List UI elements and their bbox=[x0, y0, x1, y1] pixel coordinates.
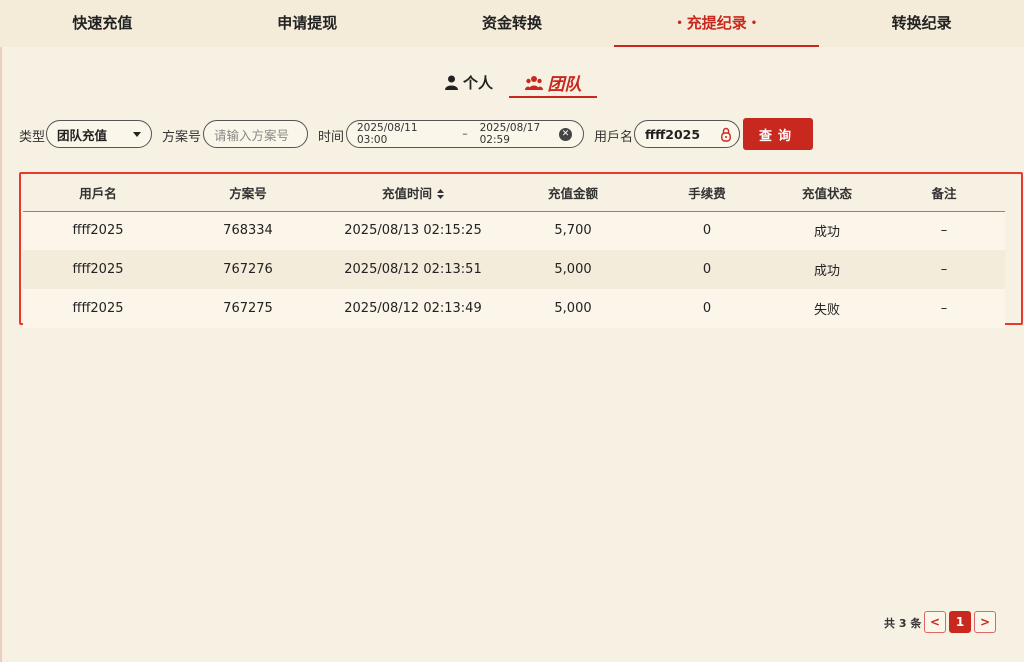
caret-down-icon bbox=[133, 131, 141, 137]
subtab-team[interactable]: 团队 bbox=[509, 68, 597, 98]
records-table: 用戶名 方案号 充值时间 充值金额 手续费 充值状态 备注 ffff2025 7… bbox=[23, 174, 1005, 328]
next-page-button[interactable]: > bbox=[974, 611, 996, 633]
cell-deposit-time: 2025/08/12 02:13:49 bbox=[344, 301, 482, 316]
cell-status: 成功 bbox=[813, 225, 840, 241]
plan-label: 方案号 bbox=[162, 130, 202, 145]
active-mark-left: • bbox=[676, 17, 683, 29]
prev-page-button[interactable]: < bbox=[924, 611, 946, 633]
lock-icon bbox=[721, 127, 731, 145]
cell-remark: – bbox=[940, 223, 948, 239]
subtab-personal[interactable]: 个人 bbox=[445, 68, 493, 97]
date-range-picker[interactable]: 2025/08/11 03:00 – 2025/08/17 02:59 ✕ bbox=[346, 120, 584, 148]
tab-deposit-withdraw-records[interactable]: • 充提纪录 • bbox=[614, 0, 819, 47]
top-nav: 快速充值 申请提现 资金转换 • 充提纪录 • 转换纪录 bbox=[0, 0, 1024, 47]
plan-number-placeholder: 请输入方案号 bbox=[214, 127, 290, 143]
clear-icon[interactable]: ✕ bbox=[559, 128, 572, 141]
cell-remark: – bbox=[940, 262, 948, 277]
table-row: ffff2025 767276 2025/08/12 02:13:51 5,00… bbox=[23, 250, 1005, 289]
cell-plan-number: 768334 bbox=[223, 223, 273, 239]
username-value: ffff2025 bbox=[645, 126, 701, 142]
table-row: ffff2025 767275 2025/08/12 02:13:49 5,00… bbox=[23, 289, 1005, 328]
col-amount: 充值金额 bbox=[547, 185, 598, 201]
type-select-value: 团队充值 bbox=[57, 127, 108, 143]
tab-label: 充提纪录 bbox=[686, 14, 747, 32]
cell-status: 成功 bbox=[813, 264, 840, 279]
username-label: 用戶名 bbox=[594, 130, 634, 145]
time-label: 时间 bbox=[318, 130, 345, 145]
page-frame bbox=[0, 0, 1024, 662]
type-select[interactable]: 团队充值 bbox=[46, 120, 152, 148]
col-remark: 备注 bbox=[931, 185, 957, 201]
group-icon bbox=[524, 75, 543, 90]
cell-username: ffff2025 bbox=[72, 262, 124, 277]
tab-fund-transfer[interactable]: 资金转换 bbox=[410, 0, 615, 47]
table-row: ffff2025 768334 2025/08/13 02:15:25 5,70… bbox=[23, 211, 1005, 250]
records-table-container: 用戶名 方案号 充值时间 充值金额 手续费 充值状态 备注 ffff2025 7… bbox=[19, 172, 1023, 328]
tab-quick-deposit[interactable]: 快速充值 bbox=[0, 0, 205, 47]
filter-bar: 类型 团队充值 方案号 请输入方案号 时间 2025/08/11 03:00 –… bbox=[0, 118, 1024, 150]
col-deposit-time[interactable]: 充值时间 bbox=[323, 174, 503, 211]
username-input[interactable]: ffff2025 bbox=[634, 120, 740, 148]
sub-tabs: 个人 团队 bbox=[0, 68, 1024, 98]
tab-withdraw[interactable]: 申请提现 bbox=[205, 0, 410, 47]
col-fee: 手续费 bbox=[688, 185, 726, 201]
col-deposit-time-label: 充值时间 bbox=[381, 185, 432, 201]
cell-deposit-time: 2025/08/13 02:15:25 bbox=[344, 223, 482, 239]
cell-username: ffff2025 bbox=[72, 301, 124, 316]
cell-fee: 0 bbox=[702, 301, 712, 316]
col-status: 充值状态 bbox=[801, 185, 852, 201]
cell-remark: – bbox=[940, 301, 948, 316]
cell-amount: 5,700 bbox=[554, 223, 592, 239]
cell-plan-number: 767276 bbox=[223, 262, 273, 277]
person-icon bbox=[445, 75, 458, 90]
cell-deposit-time: 2025/08/12 02:13:51 bbox=[344, 262, 482, 277]
cell-fee: 0 bbox=[702, 223, 712, 239]
date-start: 2025/08/11 03:00 bbox=[357, 122, 418, 146]
col-plan-number: 方案号 bbox=[229, 185, 267, 201]
cell-status: 失败 bbox=[813, 303, 840, 318]
cell-username: ffff2025 bbox=[72, 223, 124, 239]
cell-fee: 0 bbox=[702, 262, 712, 277]
total-count: 共 3 条 bbox=[884, 617, 922, 630]
query-button[interactable]: 查询 bbox=[743, 118, 813, 150]
cell-amount: 5,000 bbox=[554, 262, 592, 277]
plan-number-input[interactable]: 请输入方案号 bbox=[203, 120, 308, 148]
date-separator: – bbox=[462, 128, 468, 140]
tab-transfer-records[interactable]: 转换纪录 bbox=[819, 0, 1024, 47]
col-username: 用戶名 bbox=[79, 185, 117, 201]
table-header-row: 用戶名 方案号 充值时间 充值金额 手续费 充值状态 备注 bbox=[23, 174, 1005, 211]
current-page-button[interactable]: 1 bbox=[949, 611, 971, 633]
active-mark-right: • bbox=[750, 17, 758, 29]
cell-amount: 5,000 bbox=[554, 301, 592, 316]
subtab-personal-label: 个人 bbox=[463, 74, 494, 92]
type-label: 类型 bbox=[19, 130, 46, 145]
subtab-team-label: 团队 bbox=[547, 75, 582, 95]
sort-icon[interactable] bbox=[437, 187, 444, 202]
cell-plan-number: 767275 bbox=[223, 301, 273, 316]
